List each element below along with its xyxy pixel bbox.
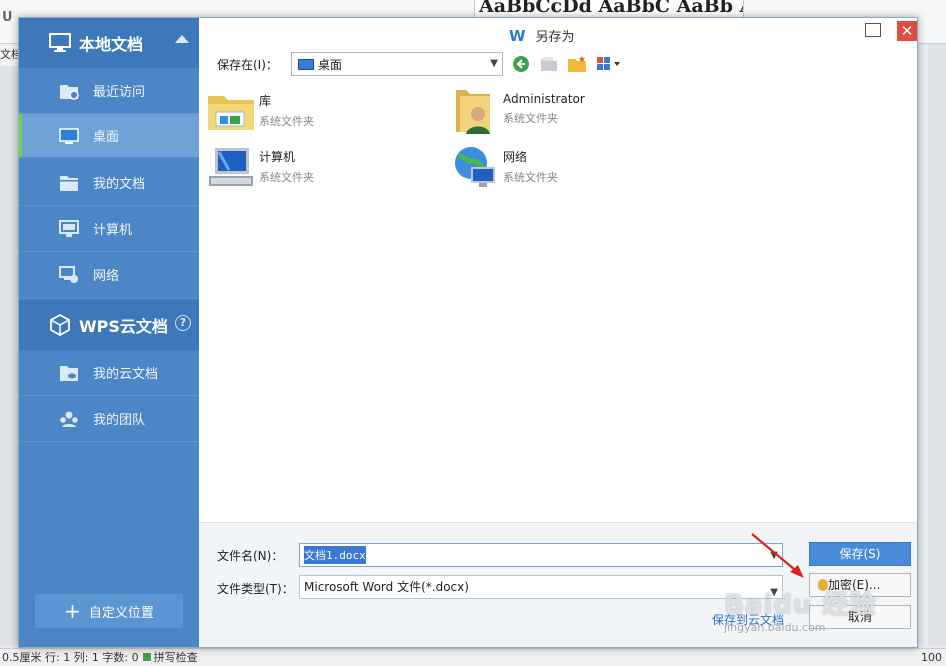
new-folder-icon: [568, 56, 586, 72]
sidebar-item-label: 我的团队: [93, 413, 146, 428]
zoom-level[interactable]: 100: [921, 649, 942, 666]
file-name: 库: [259, 94, 272, 108]
save-button[interactable]: 保存(S): [809, 542, 911, 566]
file-subtitle: 系统文件夹: [503, 112, 558, 125]
sidebar-item-my-documents[interactable]: 我的文档: [19, 160, 199, 206]
dialog-title: W 另存为: [509, 26, 575, 46]
maximize-button[interactable]: [865, 23, 881, 37]
up-folder-icon: [541, 57, 557, 71]
custom-location-label: 自定义位置: [88, 605, 154, 621]
filetype-label: 文件类型(T)：: [217, 582, 294, 596]
background-document-right: [928, 44, 946, 646]
recent-folder-icon: [59, 82, 79, 100]
view-menu-button[interactable]: [595, 54, 623, 74]
local-docs-title: 本地文档: [79, 35, 144, 54]
back-arrow-icon: [513, 56, 529, 72]
annotation-arrow-icon: [751, 533, 804, 578]
custom-location-button[interactable]: + 自定义位置: [35, 594, 183, 628]
status-bar: 0.5厘米 行: 1 列: 1 字数: 0 拼写检查 100: [0, 648, 946, 666]
underline-button[interactable]: U: [2, 10, 13, 25]
spellcheck-icon: [142, 653, 151, 661]
chevron-down-icon: ▼: [490, 58, 498, 69]
monitor-icon: [49, 32, 71, 54]
collapse-caret-icon[interactable]: [175, 35, 189, 43]
file-name: 网络: [503, 150, 528, 164]
status-text: 0.5厘米 行: 1 列: 1 字数: 0: [2, 651, 139, 664]
network-globe-icon: [449, 142, 501, 192]
file-subtitle: 系统文件夹: [259, 171, 314, 184]
dialog-title-text: 另存为: [535, 30, 575, 45]
computer-icon: [205, 142, 257, 192]
save-in-row: 保存在(I)： 桌面 ▼: [217, 52, 623, 76]
background-document: [0, 66, 18, 646]
local-docs-header[interactable]: 本地文档: [19, 18, 199, 68]
save-in-label: 保存在(I)：: [217, 57, 278, 72]
save-in-value: 桌面: [318, 57, 343, 72]
file-name: Administrator: [503, 92, 585, 106]
file-list: 库 系统文件夹 Administrator 系统文件夹 计算机 系统文件夹 网络…: [199, 80, 917, 522]
sidebar-item-label: 我的文档: [93, 177, 146, 192]
spellcheck-label[interactable]: 拼写检查: [154, 651, 198, 664]
file-item-network[interactable]: 网络 系统文件夹: [449, 142, 669, 194]
user-folder-icon: [449, 86, 501, 136]
cloud-cube-icon: [49, 314, 71, 336]
wps-writer-icon: W: [509, 26, 526, 45]
watermark-brand: Baidu 经验: [724, 590, 877, 620]
file-subtitle: 系统文件夹: [503, 171, 558, 184]
baidu-watermark: Baidu 经验 jingyan.baidu.com: [724, 584, 914, 634]
desktop-icon: [298, 58, 314, 70]
view-grid-icon: [597, 57, 620, 70]
sidebar-item-label: 最近访问: [93, 85, 146, 100]
library-icon: [205, 86, 257, 136]
help-icon[interactable]: ?: [175, 315, 191, 331]
save-in-select[interactable]: 桌面 ▼: [291, 52, 503, 76]
sidebar-item-label: 我的云文档: [93, 367, 159, 382]
sidebar-item-computer[interactable]: 计算机: [19, 206, 199, 252]
sidebar-item-label: 桌面: [93, 130, 120, 145]
cloud-folder-icon: [59, 364, 79, 382]
back-button[interactable]: [511, 54, 531, 74]
sidebar-item-label: 网络: [93, 269, 120, 284]
file-item-library[interactable]: 库 系统文件夹: [205, 86, 425, 138]
documents-folder-icon: [59, 174, 79, 192]
wps-cloud-title: WPS云文档: [79, 317, 168, 336]
sidebar-item-my-cloud-docs[interactable]: 我的云文档: [19, 350, 199, 396]
sidebar-item-label: 计算机: [93, 223, 133, 238]
computer-icon: [59, 219, 79, 238]
watermark-url: jingyan.baidu.com: [724, 621, 826, 634]
file-subtitle: 系统文件夹: [259, 115, 314, 128]
dialog-titlebar[interactable]: W 另存为 ✕: [199, 18, 917, 50]
close-button[interactable]: ✕: [897, 21, 917, 41]
sidebar-item-desktop[interactable]: 桌面: [19, 114, 199, 158]
sidebar-item-network[interactable]: 网络: [19, 252, 199, 298]
up-folder-button[interactable]: [539, 54, 559, 74]
new-folder-button[interactable]: [567, 54, 587, 74]
filename-label: 文件名(N)：: [217, 549, 284, 563]
file-item-computer[interactable]: 计算机 系统文件夹: [205, 142, 425, 194]
filename-input[interactable]: 文档1.docx ▼: [299, 543, 783, 567]
sidebar-item-recent[interactable]: 最近访问: [19, 68, 199, 114]
team-icon: [59, 410, 79, 428]
filename-value: 文档1.docx: [304, 546, 366, 564]
desktop-icon: [59, 127, 79, 145]
plus-icon: +: [64, 599, 81, 623]
wps-cloud-header[interactable]: WPS云文档 ?: [19, 300, 199, 350]
network-icon: [59, 265, 79, 284]
file-name: 计算机: [259, 150, 296, 164]
filetype-value: Microsoft Word 文件(*.docx): [304, 580, 469, 594]
file-item-administrator[interactable]: Administrator 系统文件夹: [449, 86, 669, 138]
filetype-select[interactable]: Microsoft Word 文件(*.docx) ▼: [299, 575, 783, 599]
sidebar: 本地文档 最近访问 桌面 我的文档 计算机 网络 WPS云文档 ? 我的云文档 …: [19, 18, 199, 647]
sidebar-item-my-team[interactable]: 我的团队: [19, 396, 199, 442]
